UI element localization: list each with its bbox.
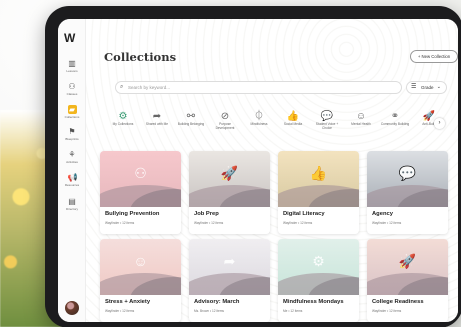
collection-card[interactable]: 👍 Digital Literacy Wayfinder • 12 items	[278, 151, 359, 234]
collection-card[interactable]: 💬 Agency Wayfinder • 12 items	[367, 151, 448, 234]
card-thumbnail: ⚙	[278, 239, 359, 295]
category-label: Social Media	[283, 122, 303, 126]
collection-card[interactable]: 🚀 Job Prep Wayfinder • 12 items	[189, 151, 270, 234]
card-meta: Wayfinder • 12 items	[105, 221, 135, 225]
card-title: Digital Literacy	[283, 211, 325, 217]
search-placeholder: Search by keyword...	[128, 85, 171, 90]
book-icon: ▥	[68, 59, 76, 68]
rocket-icon: 🚀	[220, 165, 239, 181]
card-meta: Me • 12 items	[283, 309, 303, 313]
sidebar-item-label: Activities	[66, 160, 78, 164]
chat-icon: 💬	[398, 165, 417, 181]
category-label: Community Building	[380, 122, 410, 126]
card-meta: Wayfinder • 12 items	[194, 221, 224, 225]
sidebar-item-label: Directory	[65, 207, 78, 211]
filter-icon: ☰	[411, 84, 417, 90]
category-label: Purpose Development	[215, 122, 235, 130]
wayfinder-logo[interactable]: W	[64, 31, 75, 45]
megaphone-icon: 📢	[67, 173, 78, 182]
card-title: College Readiness	[372, 299, 424, 305]
category-label: Shared with Me	[145, 122, 169, 126]
category-mindfulness[interactable]: ⏀ Mindfulness	[244, 111, 274, 127]
category-community-building[interactable]: ⚭ Community Building	[380, 111, 410, 127]
card-thumbnail: ➦	[189, 239, 270, 295]
grade-filter-dropdown[interactable]: ☰ Grade ⌄	[406, 81, 447, 94]
category-label: Student Voice + Choice	[315, 122, 339, 130]
card-thumbnail: 🚀	[189, 151, 270, 207]
head-icon: ☺	[133, 253, 148, 269]
category-shared-with-me[interactable]: ➦ Shared with Me	[142, 111, 172, 127]
folder-icon: ▰	[67, 105, 77, 114]
tablet-frame: W ▥ Lessons ⚇ Classes ▰ Collections ⚑ Blueprint…	[45, 6, 461, 327]
card-thumbnail: ☺	[100, 239, 181, 295]
sidebar-item-lessons[interactable]: ▥ Lessons	[58, 59, 86, 73]
card-meta: Wayfinder • 12 items	[105, 309, 135, 313]
search-input[interactable]: ⌕ Search by keyword...	[115, 81, 402, 94]
sidebar-item-directory[interactable]: ▤ Directory	[58, 197, 86, 211]
page-title: Collections	[104, 50, 177, 64]
card-thumbnail: 💬	[367, 151, 448, 207]
sidebar: W ▥ Lessons ⚇ Classes ▰ Collections ⚑ Blueprint…	[58, 19, 86, 322]
sidebar-item-activities[interactable]: ⚘ Activities	[58, 150, 86, 164]
rocket-icon: 🚀	[398, 253, 417, 269]
avatar[interactable]	[65, 301, 79, 315]
category-purpose-development[interactable]: ⊘ Purpose Development	[210, 111, 240, 130]
chevron-down-icon: ⌄	[436, 84, 441, 90]
sidebar-item-label: Lessons	[66, 69, 78, 73]
card-title: Bullying Prevention	[105, 211, 160, 217]
category-mental-health[interactable]: ☺ Mental Health	[346, 111, 376, 127]
card-meta: Wayfinder • 12 items	[283, 221, 313, 225]
sidebar-item-label: Resources	[64, 183, 80, 187]
card-title: Stress + Anxiety	[105, 299, 151, 305]
directory-icon: ▤	[68, 197, 76, 206]
card-title: Mindfulness Mondays	[283, 299, 344, 305]
search-icon: ⌕	[120, 84, 124, 90]
sidebar-item-blueprints[interactable]: ⚑ Blueprints	[58, 127, 86, 141]
card-meta: Ms. Brown • 12 items	[194, 309, 224, 313]
sidebar-item-label: Blueprints	[65, 137, 79, 141]
collection-card[interactable]: 🚀 College Readiness Wayfinder • 12 items	[367, 239, 448, 322]
card-title: Agency	[372, 211, 393, 217]
category-row: ⚙ My Collections ➦ Shared with Me ⚯ Building …	[108, 111, 458, 141]
category-building-belonging[interactable]: ⚯ Building Belonging	[176, 111, 206, 127]
thumbs-up-icon: 👍	[309, 165, 328, 181]
card-title: Job Prep	[194, 211, 219, 217]
people-icon: ⚇	[68, 82, 76, 91]
sidebar-item-classes[interactable]: ⚇ Classes	[58, 82, 86, 96]
category-student-voice-choice[interactable]: 💬 Student Voice + Choice	[312, 111, 342, 130]
tablet-screen: W ▥ Lessons ⚇ Classes ▰ Collections ⚑ Blueprint…	[58, 19, 458, 322]
card-thumbnail: 👍	[278, 151, 359, 207]
share-icon: ➦	[223, 253, 236, 269]
category-social-media[interactable]: 👍 Social Media	[278, 111, 308, 127]
card-meta: Wayfinder • 12 items	[372, 309, 402, 313]
activity-icon: ⚘	[68, 150, 76, 159]
grade-label: Grade	[421, 85, 434, 90]
main-content: Collections + New Collection ⌕ Search by…	[86, 19, 458, 322]
category-label: Mental Health	[351, 122, 371, 126]
card-thumbnail: ⚇	[100, 151, 181, 207]
category-my-collections[interactable]: ⚙ My Collections	[108, 111, 138, 127]
people-icon: ⚇	[134, 165, 147, 181]
collection-card[interactable]: ⚇ Bullying Prevention Wayfinder • 12 items	[100, 151, 181, 234]
card-title: Advisory: March	[194, 299, 240, 305]
collection-card[interactable]: ☺ Stress + Anxiety Wayfinder • 12 items	[100, 239, 181, 322]
new-collection-button[interactable]: + New Collection	[410, 50, 458, 63]
category-label: Building Belonging	[177, 122, 205, 126]
category-label: My Collections	[112, 122, 134, 126]
sidebar-item-collections[interactable]: ▰ Collections	[58, 105, 86, 119]
card-meta: Wayfinder • 12 items	[372, 221, 402, 225]
sidebar-item-label: Classes	[66, 92, 78, 96]
sidebar-item-label: Collections	[64, 115, 80, 119]
chevron-right-icon[interactable]: ›	[434, 118, 445, 129]
collection-card[interactable]: ⚙ Mindfulness Mondays Me • 12 items	[278, 239, 359, 322]
flag-icon: ⚑	[68, 127, 76, 136]
collection-card[interactable]: ➦ Advisory: March Ms. Brown • 12 items	[189, 239, 270, 322]
card-thumbnail: 🚀	[367, 239, 448, 295]
gear-icon: ⚙	[312, 253, 325, 269]
sidebar-item-resources[interactable]: 📢 Resources	[58, 173, 86, 187]
category-label: Mindfulness	[250, 122, 268, 126]
